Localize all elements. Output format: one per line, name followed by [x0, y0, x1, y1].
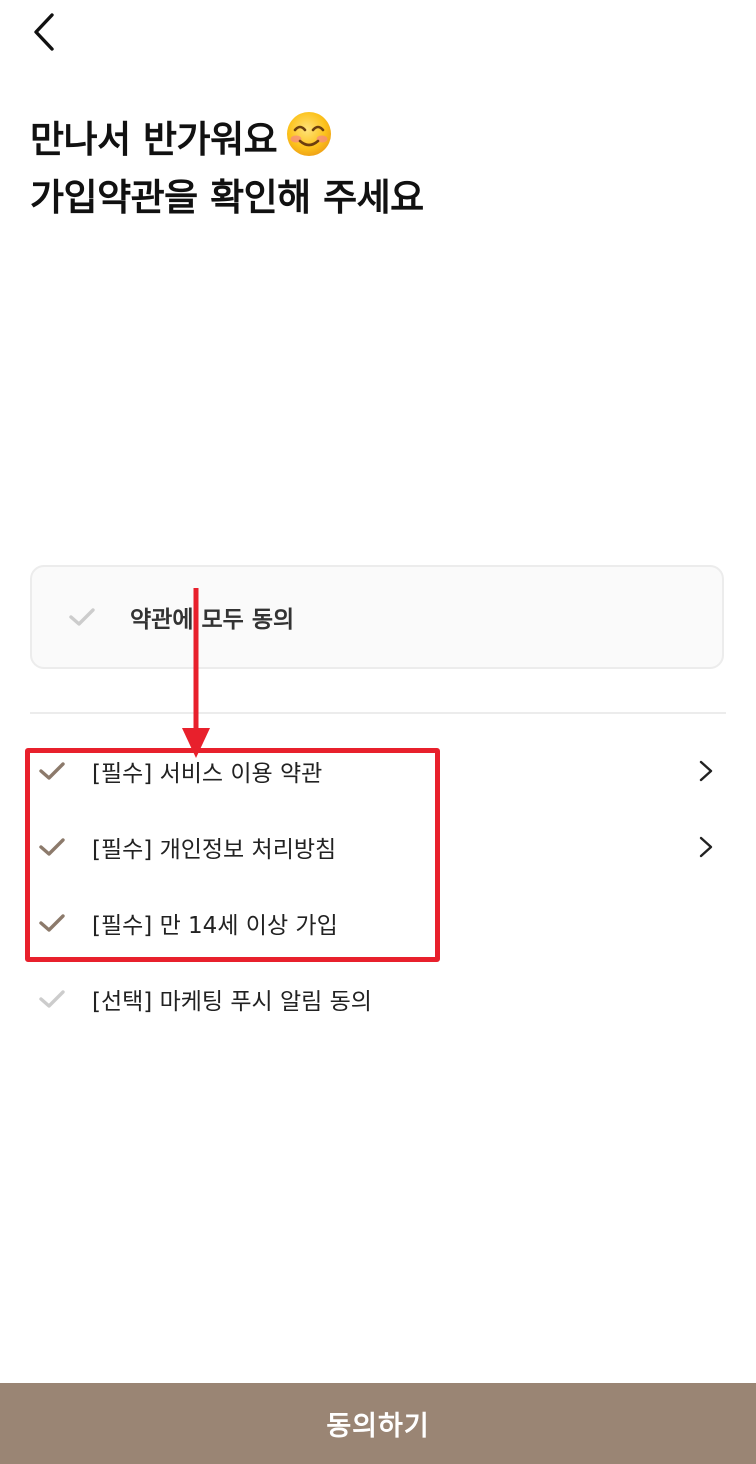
- chevron-right-icon[interactable]: [694, 835, 718, 859]
- page-title: 만나서 반가워요 가입약관을 확인해 주세요: [30, 110, 424, 227]
- check-icon: [39, 914, 65, 932]
- term-age-14[interactable]: [필수] 만 14세 이상 가입: [30, 893, 726, 953]
- chevron-left-icon: [34, 13, 54, 51]
- title-line-2: 가입약관을 확인해 주세요: [30, 176, 424, 219]
- term-label: [필수] 서비스 이용 약관: [92, 761, 323, 787]
- term-label: [선택] 마케팅 푸시 알림 동의: [92, 989, 372, 1015]
- term-label: [필수] 만 14세 이상 가입: [92, 913, 338, 939]
- term-marketing[interactable]: [선택] 마케팅 푸시 알림 동의: [30, 969, 726, 1029]
- agree-button[interactable]: 동의하기: [0, 1383, 756, 1464]
- agree-all-label: 약관에 모두 동의: [130, 607, 295, 633]
- smiling-face-icon: [287, 112, 332, 156]
- agree-all-checkbox[interactable]: 약관에 모두 동의: [30, 565, 724, 669]
- check-icon: [39, 990, 65, 1008]
- title-line-1: 만나서 반가워요: [30, 118, 278, 161]
- check-icon: [39, 838, 65, 856]
- term-service[interactable]: [필수] 서비스 이용 약관: [30, 741, 726, 801]
- check-icon: [39, 762, 65, 780]
- term-privacy[interactable]: [필수] 개인정보 처리방침: [30, 817, 726, 877]
- divider: [30, 712, 726, 714]
- chevron-right-icon[interactable]: [694, 759, 718, 783]
- check-icon: [69, 608, 95, 626]
- back-button[interactable]: [22, 8, 66, 56]
- term-label: [필수] 개인정보 처리방침: [92, 837, 337, 863]
